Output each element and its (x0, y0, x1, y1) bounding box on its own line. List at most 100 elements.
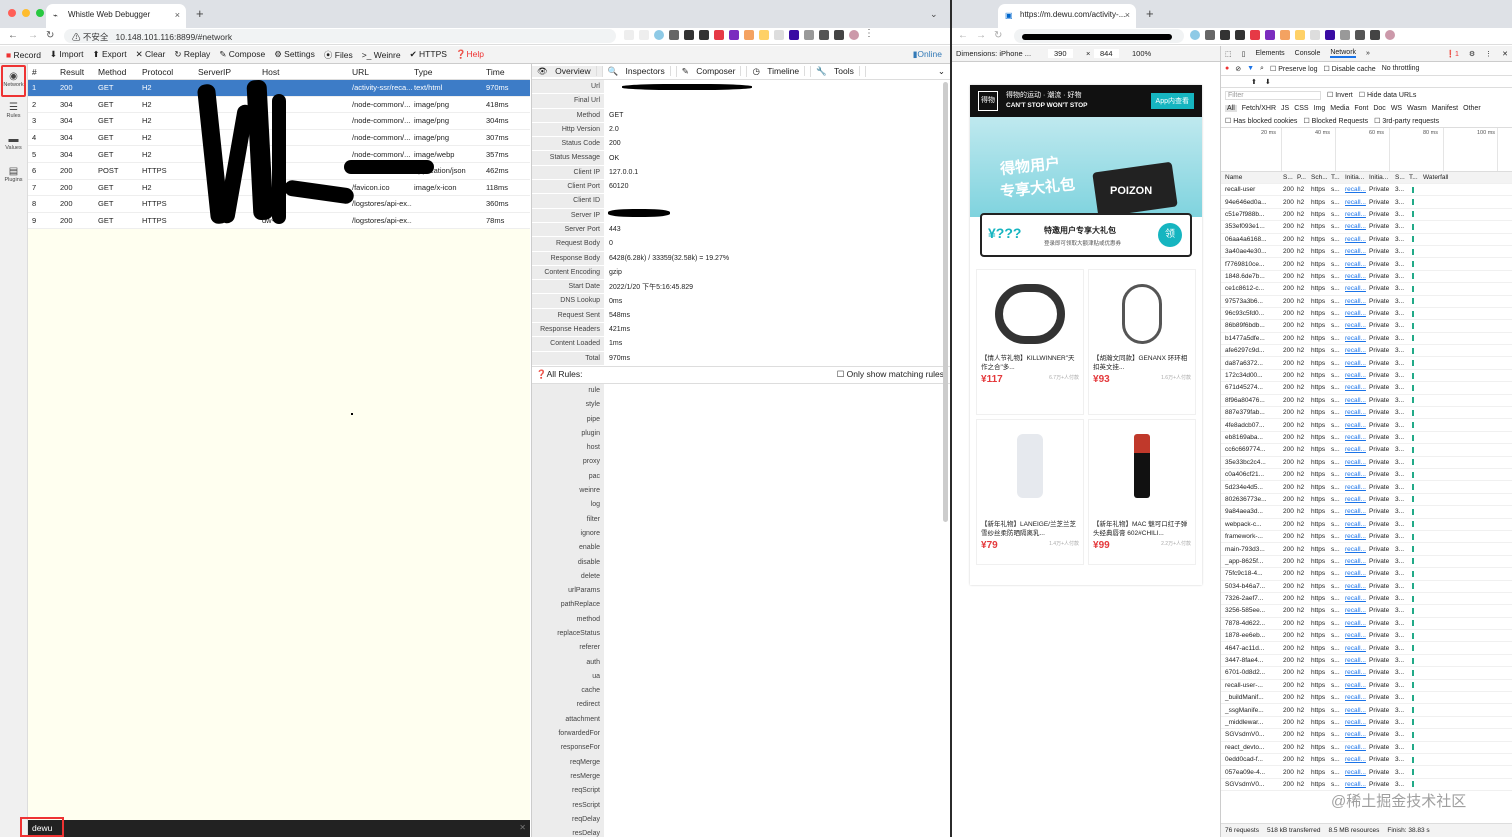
extension-icon[interactable] (759, 30, 769, 40)
request-row[interactable]: ce1c8612-c... 200 h2 https s... recall... Priv… (1221, 283, 1512, 296)
type-filter[interactable]: CSS (1294, 105, 1308, 112)
extension-icon[interactable] (804, 30, 814, 40)
request-row[interactable]: 887e379fab... 200 h2 https s... recall... Priv… (1221, 407, 1512, 420)
request-row[interactable]: c0a406cf21... 200 h2 https s... recall... Priv… (1221, 469, 1512, 482)
share-icon[interactable] (624, 30, 634, 40)
type-filter[interactable]: Wasm (1407, 105, 1427, 112)
download-icon[interactable]: ⬇ (1265, 78, 1271, 86)
request-row[interactable]: 671d45274... 200 h2 https s... recall... Priva… (1221, 382, 1512, 395)
browser-tab[interactable]: ⌁ Whistle Web Debugger × (46, 4, 186, 28)
extension-icon[interactable] (1265, 30, 1275, 40)
invert-checkbox[interactable]: ☐ Invert (1327, 91, 1353, 99)
tab-inspectors[interactable]: 🔍 Inspectors (603, 66, 677, 77)
request-row[interactable]: f7769810ce... 200 h2 https s... recall... Priv… (1221, 258, 1512, 271)
request-row[interactable]: _ssgManife... 200 h2 https s... recall... Priv… (1221, 704, 1512, 717)
product-card[interactable]: 【情人节礼物】KILLWINNER"天作之合"多... ¥117 6.7万+人付… (976, 269, 1084, 415)
menu-icon[interactable]: ⋮ (1485, 50, 1492, 58)
new-tab-icon[interactable]: + (1146, 7, 1154, 20)
chevron-down-icon[interactable]: ⌄ (933, 66, 950, 77)
request-row[interactable]: c51e7f988b... 200 h2 https s... recall... Priv… (1221, 209, 1512, 222)
device-toggle-icon[interactable]: ▯ (1242, 50, 1246, 58)
device-select[interactable]: Dimensions: iPhone ... (956, 49, 1031, 58)
type-filter[interactable]: Manifest (1432, 105, 1458, 112)
sidebar-item-network[interactable]: ◉ Network (1, 65, 26, 97)
new-tab-icon[interactable]: + (196, 7, 204, 20)
request-row[interactable]: eb8169aba... 200 h2 https s... recall... Priva… (1221, 432, 1512, 445)
claim-button[interactable]: 领 (1158, 223, 1182, 247)
request-row[interactable]: 86b89f6bdb... 200 h2 https s... recall... Priv… (1221, 320, 1512, 333)
zoom-select[interactable]: 100% (1132, 49, 1151, 58)
extension-icon[interactable] (684, 30, 694, 40)
col-header[interactable]: Type (412, 67, 484, 77)
compose-button[interactable]: ✎ Compose (219, 49, 265, 60)
filter-bar[interactable]: dewu ✕ (20, 817, 530, 837)
extension-icon[interactable] (1220, 30, 1230, 40)
third-party-checkbox[interactable]: ☐ 3rd-party requests (1374, 117, 1439, 125)
settings-button[interactable]: ⚙ Settings (274, 49, 315, 60)
extension-icon[interactable] (1295, 30, 1305, 40)
network-list[interactable]: # Result Method Protocol ServerIP Host U… (28, 64, 530, 820)
request-row[interactable]: 6701-0d8d2... 200 h2 https s... recall... Priv… (1221, 667, 1512, 680)
upload-icon[interactable]: ⬆ (1251, 78, 1257, 86)
extension-icon[interactable] (1235, 30, 1245, 40)
forward-icon[interactable]: → (28, 30, 38, 41)
extension-icon[interactable] (729, 30, 739, 40)
extension-icon[interactable] (1340, 30, 1350, 40)
request-row[interactable]: 75fc9c18-4... 200 h2 https s... recall... Priv… (1221, 568, 1512, 581)
gear-icon[interactable]: ⚙ (1469, 50, 1475, 58)
blocked-requests-checkbox[interactable]: ☐ Blocked Requests (1303, 117, 1368, 125)
type-filter[interactable]: Media (1330, 105, 1349, 112)
type-filter[interactable]: Doc (1373, 105, 1385, 112)
tab-tools[interactable]: 🔧 Tools (811, 66, 866, 77)
weinre-button[interactable]: >_ Weinre (362, 50, 401, 60)
tab-elements[interactable]: Elements (1255, 50, 1284, 57)
type-filter[interactable]: Fetch/XHR (1242, 105, 1276, 112)
col-header[interactable]: Initia... (1369, 174, 1395, 181)
request-row[interactable]: 3256-585ee... 200 h2 https s... recall... Priv… (1221, 605, 1512, 618)
back-icon[interactable]: ← (958, 30, 968, 41)
extension-icon[interactable] (789, 30, 799, 40)
request-row[interactable]: 1848.6de7b... 200 h2 https s... recall... Priv… (1221, 271, 1512, 284)
request-row[interactable]: 9a84aea3d... 200 h2 https s... recall... Priva… (1221, 506, 1512, 519)
special-offer-card[interactable]: ¥??? 特邀用户专享大礼包 登录即可领取大额津贴或优惠券 领 (980, 213, 1192, 257)
request-row[interactable]: 3a40ae4e30... 200 h2 https s... recall... Priv… (1221, 246, 1512, 259)
request-row[interactable]: cc6c669774... 200 h2 https s... recall... Priv… (1221, 444, 1512, 457)
filter-input[interactable]: dewu (20, 817, 64, 837)
request-row[interactable]: _app-8625f... 200 h2 https s... recall... Priv… (1221, 556, 1512, 569)
extension-icon[interactable] (654, 30, 664, 40)
sidebar-item-rules[interactable]: ☰ Rules (0, 98, 27, 130)
timeline-overview[interactable]: 20 ms 40 ms 60 ms 80 ms 100 ms (1221, 128, 1512, 172)
col-header[interactable]: Sch... (1311, 174, 1331, 181)
product-card[interactable]: 【胡瀚文同款】GENANX 环环相扣英文挂... ¥93 1.6万+人付款 (1088, 269, 1196, 415)
close-tab-icon[interactable]: × (1125, 10, 1130, 20)
record-button[interactable]: ■ Record (6, 50, 41, 60)
request-row[interactable]: 5034-b46a7... 200 h2 https s... recall... Priv… (1221, 581, 1512, 593)
request-row[interactable]: 06aa4a6168... 200 h2 https s... recall... Priv… (1221, 234, 1512, 246)
more-tabs-icon[interactable]: » (1366, 50, 1370, 57)
request-row[interactable]: _middlewar... 200 h2 https s... recall... Priv… (1221, 717, 1512, 730)
extension-icon[interactable] (774, 30, 784, 40)
tab-console[interactable]: Console (1295, 50, 1321, 57)
window-controls[interactable] (8, 9, 44, 17)
request-row[interactable]: b1477a5dfe... 200 h2 https s... recall... Priv… (1221, 333, 1512, 346)
filter-input[interactable]: Filter (1225, 90, 1321, 100)
extension-icon[interactable] (1280, 30, 1290, 40)
tab-composer[interactable]: ✎ Composer (677, 66, 748, 77)
col-header[interactable]: Name (1221, 174, 1283, 181)
extension-icon[interactable] (1205, 30, 1215, 40)
request-row[interactable]: 057ea09e-4... 200 h2 https s... recall... Priv… (1221, 766, 1512, 779)
filter-icon[interactable]: ▼ (1247, 65, 1254, 72)
col-header[interactable]: Initia... (1345, 174, 1369, 181)
sidebar-icon[interactable] (1370, 30, 1380, 40)
extension-icon[interactable] (1325, 30, 1335, 40)
col-header[interactable]: T... (1331, 174, 1345, 181)
col-header[interactable]: Waterfall (1419, 174, 1448, 181)
request-row[interactable]: recall-user-... 200 h2 https s... recall... Pr… (1221, 680, 1512, 693)
export-button[interactable]: ⬆ Export (93, 49, 127, 60)
height-input[interactable]: 844 (1094, 49, 1119, 58)
reload-icon[interactable]: ↻ (46, 30, 54, 41)
chevron-down-icon[interactable]: ⌄ (930, 8, 938, 20)
extension-icon[interactable] (744, 30, 754, 40)
type-filter[interactable]: Font (1354, 105, 1368, 112)
request-row[interactable]: webpack-c... 200 h2 https s... recall... Priva… (1221, 519, 1512, 531)
